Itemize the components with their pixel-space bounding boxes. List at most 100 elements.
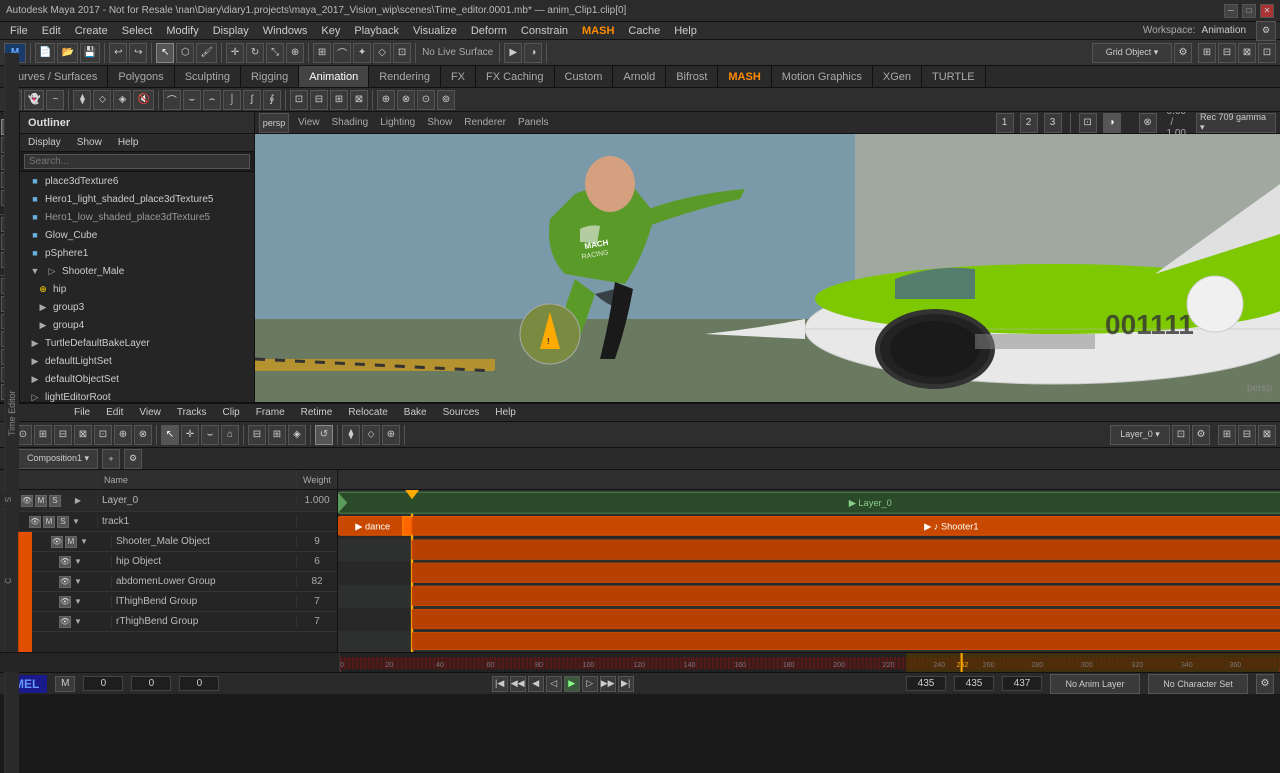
tb2-tangent3[interactable]: ⌢ [203, 90, 221, 110]
track-hip[interactable]: 👁 ▼ hip Object 6 [32, 552, 337, 572]
vp-gamma[interactable]: Rec 709 gamma ▾ [1196, 113, 1276, 133]
track-mute-btn[interactable]: M [35, 495, 47, 507]
tb-universal[interactable]: ⊕ [286, 43, 304, 63]
te-tb-key1[interactable]: ⧫ [342, 425, 360, 445]
menu-windows[interactable]: Windows [257, 24, 314, 38]
tab-rendering[interactable]: Rendering [369, 66, 441, 87]
tree-item-shooter-male[interactable]: ▼ ▷ Shooter_Male [20, 262, 254, 280]
close-btn[interactable]: ✕ [1260, 4, 1274, 18]
tb-snap-curve[interactable]: ⌒ [333, 43, 351, 63]
track-rthigh[interactable]: 👁 ▼ rThighBend Group 7 [32, 612, 337, 632]
outliner-menu-display[interactable]: Display [24, 137, 65, 148]
tree-item-turtle-bake[interactable]: ▶ TurtleDefaultBakeLayer [20, 334, 254, 352]
menu-select[interactable]: Select [116, 24, 159, 38]
tab-animation[interactable]: Animation [299, 66, 369, 87]
track-eye-btn[interactable]: 👁 [59, 576, 71, 588]
te-tb-key2[interactable]: ⬦ [362, 425, 380, 445]
menu-file[interactable]: File [4, 24, 34, 38]
status-current-frame-left[interactable]: 0 [131, 676, 171, 691]
tb-redo[interactable]: ↪ [129, 43, 147, 63]
mel-icon[interactable]: M [55, 676, 75, 692]
track-eye-btn[interactable]: 👁 [59, 596, 71, 608]
track-track1[interactable]: 👁 M S ▼ track1 [18, 512, 337, 532]
track-mute-btn[interactable]: M [65, 536, 77, 548]
playback-prev-frame[interactable]: ◀ [528, 676, 544, 692]
tb-settings[interactable]: ⚙ [1174, 43, 1192, 63]
tb2-tangent5[interactable]: ∫ [243, 90, 261, 110]
tree-item-default-light-set[interactable]: ▶ defaultLightSet [20, 352, 254, 370]
workspace-btn[interactable]: ⚙ [1256, 21, 1276, 41]
tb-layout4[interactable]: ⊡ [1258, 43, 1276, 63]
track-layer0[interactable]: 👁 M S ▶ Layer_0 1.000 [18, 490, 337, 512]
tb2-mute[interactable]: 🔇 [133, 90, 153, 110]
tb2-breakdown[interactable]: ◈ [113, 90, 131, 110]
tb-snap-view[interactable]: ⊡ [393, 43, 411, 63]
vp-menu-show[interactable]: Show [427, 117, 452, 128]
tb2-deformer3[interactable]: ⊞ [330, 90, 348, 110]
track-shooter-male[interactable]: 👁 M ▼ Shooter_Male Object 9 [32, 532, 337, 552]
te-comp-dropdown[interactable]: Composition1 ▾ [18, 449, 98, 469]
te-tb-btn6[interactable]: ⊕ [114, 425, 132, 445]
tree-item-hip[interactable]: ⊕ hip [20, 280, 254, 298]
tb-layout2[interactable]: ⊟ [1218, 43, 1236, 63]
vp-btn3[interactable]: 3 [1044, 113, 1062, 133]
tb2-trail[interactable]: ~ [46, 90, 64, 110]
menu-help[interactable]: Help [668, 24, 703, 38]
status-char-set[interactable]: No Character Set [1148, 674, 1248, 694]
vp-menu-renderer[interactable]: Renderer [464, 117, 506, 128]
tb-layout3[interactable]: ⊠ [1238, 43, 1256, 63]
tb-paint[interactable]: 🖌 [196, 43, 217, 63]
te-menu-retime[interactable]: Retime [295, 406, 339, 419]
tb2-skeleton1[interactable]: ⊙ [417, 90, 435, 110]
tb2-tangent4[interactable]: ⌡ [223, 90, 241, 110]
track-lthigh[interactable]: 👁 ▼ lThighBend Group 7 [32, 592, 337, 612]
tb2-delete-key[interactable]: ⬦ [93, 90, 111, 110]
playback-play[interactable]: ▶ [564, 676, 580, 692]
tb-lasso[interactable]: ⬡ [176, 43, 194, 63]
minimize-btn[interactable]: ─ [1224, 4, 1238, 18]
te-layout2[interactable]: ⊟ [1238, 425, 1256, 445]
vp-wireframe[interactable]: ⊡ [1079, 113, 1097, 133]
te-menu-view[interactable]: View [133, 406, 167, 419]
tb2-tangent1[interactable]: ⌒ [163, 90, 181, 110]
menu-edit[interactable]: Edit [36, 24, 67, 38]
te-tb-btn3[interactable]: ⊟ [54, 425, 72, 445]
tb-select[interactable]: ↖ [156, 43, 174, 63]
track-eye-btn[interactable]: 👁 [59, 556, 71, 568]
tb-new[interactable]: 📄 [35, 43, 55, 63]
track-collapse-btn[interactable]: ▶ [73, 496, 83, 506]
playback-next-frame[interactable]: ▷ [582, 676, 598, 692]
menu-display[interactable]: Display [207, 24, 255, 38]
tree-item-group3[interactable]: ▶ group3 [20, 298, 254, 316]
tb2-skeleton2[interactable]: ⊚ [437, 90, 455, 110]
playback-skip-forward[interactable]: ▶| [618, 676, 634, 692]
track-eye-btn[interactable]: 👁 [21, 495, 33, 507]
track-collapse-btn[interactable]: ▼ [73, 577, 83, 587]
vp-menu-panels[interactable]: Panels [518, 117, 549, 128]
tab-arnold[interactable]: Arnold [613, 66, 666, 87]
playback-skip-back[interactable]: |◀ [492, 676, 508, 692]
status-anim-layer[interactable]: No Anim Layer [1050, 674, 1140, 694]
outliner-menu-help[interactable]: Help [114, 137, 143, 148]
outliner-menu-show[interactable]: Show [73, 137, 106, 148]
tree-item-place3dtexture6[interactable]: ■ place3dTexture6 [20, 172, 254, 190]
tb-snap-surface[interactable]: ◇ [373, 43, 391, 63]
te-comp-options[interactable]: ⚙ [124, 449, 142, 469]
tb2-constraint1[interactable]: ⊕ [377, 90, 395, 110]
track-collapse-btn[interactable]: ▼ [73, 617, 83, 627]
menu-modify[interactable]: Modify [160, 24, 204, 38]
te-tb-trim[interactable]: ⌣ [201, 425, 219, 445]
te-tb-loop[interactable]: ↺ [315, 425, 333, 445]
vp-btn2[interactable]: 2 [1020, 113, 1038, 133]
tb-snap-point[interactable]: ✦ [353, 43, 371, 63]
menu-create[interactable]: Create [69, 24, 114, 38]
te-menu-relocate[interactable]: Relocate [342, 406, 393, 419]
te-tb-btn5[interactable]: ⊡ [94, 425, 112, 445]
tab-bifrost[interactable]: Bifrost [666, 66, 718, 87]
menu-visualize[interactable]: Visualize [407, 24, 463, 38]
track-solo-btn[interactable]: S [49, 495, 61, 507]
tb2-tangent2[interactable]: ⌣ [183, 90, 201, 110]
tree-item-glow-cube[interactable]: ■ Glow_Cube [20, 226, 254, 244]
vp-menu-shading[interactable]: Shading [332, 117, 369, 128]
tb2-ghost[interactable]: 👻 [24, 90, 44, 110]
